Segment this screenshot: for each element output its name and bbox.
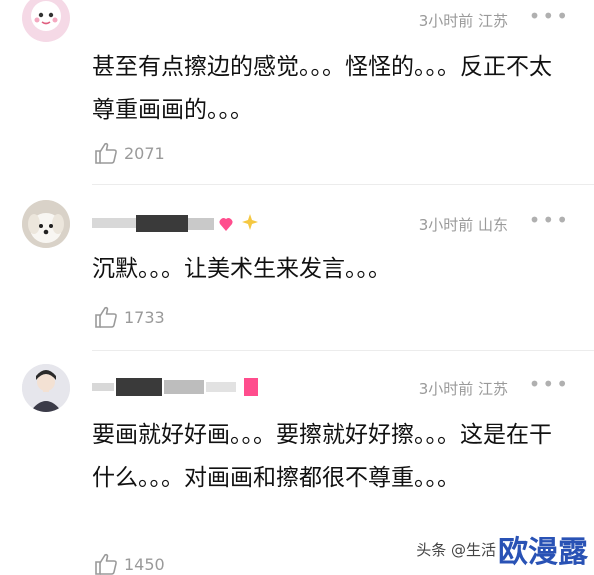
like-count: 2071	[124, 143, 165, 163]
username-redacted	[92, 212, 272, 234]
thumbs-up-icon	[95, 553, 117, 575]
more-dots-icon[interactable]: •••	[529, 372, 570, 396]
comment-time-location: 3小时前 山东	[418, 216, 508, 234]
comment-time-location: 3小时前 江苏	[418, 380, 508, 398]
avatar[interactable]	[22, 364, 70, 412]
comment-text: 甚至有点擦边的感觉。。。怪怪的。。。反正不太尊重画画的。。。	[92, 54, 552, 123]
avatar[interactable]	[22, 200, 70, 248]
more-dots-icon[interactable]: •••	[529, 208, 570, 232]
avatar-dog-icon	[22, 200, 70, 248]
comment-text: 沉默。。。让美术生来发言。。。	[92, 256, 391, 282]
watermark: 头条 @生活 欧漫露	[416, 527, 588, 571]
comment-divider	[92, 184, 594, 185]
comment-time-location: 3小时前 江苏	[418, 12, 508, 30]
thumbs-up-icon	[95, 306, 117, 328]
like-count: 1733	[124, 307, 165, 327]
avatar[interactable]	[22, 0, 70, 42]
watermark-source: 头条 @生活	[416, 540, 496, 559]
more-dots-icon[interactable]: •••	[529, 4, 570, 28]
thumbs-up-icon	[95, 142, 117, 164]
like-button[interactable]: 2071	[94, 142, 165, 164]
comment-text: 要画就好好画。。。要擦就好好擦。。。这是在干什么。。。对画画和擦都很不尊重。。。	[92, 422, 552, 491]
like-button[interactable]: 1450	[94, 553, 165, 575]
avatar-person-icon	[22, 364, 70, 412]
avatar-cartoon-icon	[22, 0, 70, 42]
comment-divider	[92, 350, 594, 351]
like-count: 1450	[124, 554, 165, 574]
watermark-brand: 欧漫露	[498, 535, 588, 570]
like-button[interactable]: 1733	[94, 306, 165, 328]
username-redacted	[92, 376, 272, 398]
